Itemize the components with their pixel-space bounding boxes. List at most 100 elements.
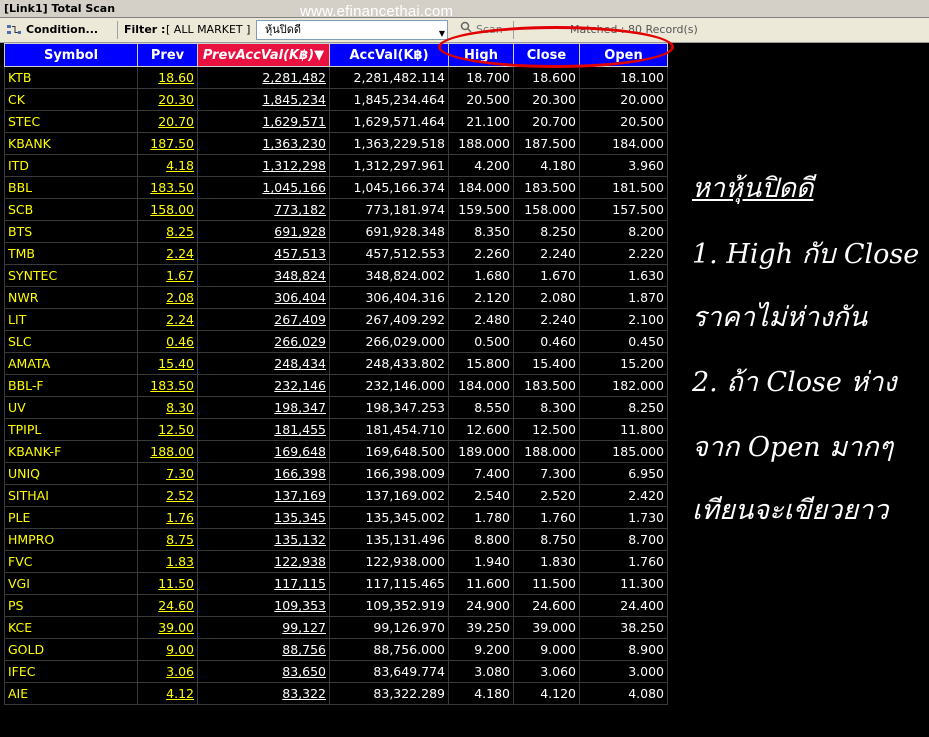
prev-acc-val-cell[interactable]: 348,824 xyxy=(197,264,330,287)
prev-cell[interactable]: 158.00 xyxy=(137,198,198,221)
symbol-cell[interactable]: NWR xyxy=(4,286,138,309)
table-row[interactable]: KBANK 187.50 1,363,230 1,363,229.518 188.000… xyxy=(4,132,668,155)
prev-cell[interactable]: 39.00 xyxy=(137,616,198,639)
table-row[interactable]: KCE 39.00 99,127 99,126.970 39.250 39.000 38.2… xyxy=(4,616,668,639)
prev-cell[interactable]: 183.50 xyxy=(137,374,198,397)
column-header-symbol[interactable]: Symbol xyxy=(4,43,138,67)
prev-cell[interactable]: 20.70 xyxy=(137,110,198,133)
table-row[interactable]: UNIQ 7.30 166,398 166,398.009 7.400 7.300 6.95… xyxy=(4,462,668,485)
prev-cell[interactable]: 1.67 xyxy=(137,264,198,287)
prev-acc-val-cell[interactable]: 166,398 xyxy=(197,462,330,485)
table-row[interactable]: TMB 2.24 457,513 457,512.553 2.260 2.240 2.220 xyxy=(4,242,668,265)
prev-cell[interactable]: 2.24 xyxy=(137,308,198,331)
table-row[interactable]: AMATA 15.40 248,434 248,433.802 15.800 15.400… xyxy=(4,352,668,375)
prev-cell[interactable]: 8.25 xyxy=(137,220,198,243)
symbol-cell[interactable]: KCE xyxy=(4,616,138,639)
table-row[interactable]: BTS 8.25 691,928 691,928.348 8.350 8.250 8.200 xyxy=(4,220,668,243)
condition-select[interactable]: หุ้นปิดดี ▼ xyxy=(256,20,448,40)
prev-cell[interactable]: 12.50 xyxy=(137,418,198,441)
symbol-cell[interactable]: HMPRO xyxy=(4,528,138,551)
prev-acc-val-cell[interactable]: 773,182 xyxy=(197,198,330,221)
symbol-cell[interactable]: FVC xyxy=(4,550,138,573)
symbol-cell[interactable]: KBANK xyxy=(4,132,138,155)
prev-cell[interactable]: 24.60 xyxy=(137,594,198,617)
prev-cell[interactable]: 2.24 xyxy=(137,242,198,265)
symbol-cell[interactable]: GOLD xyxy=(4,638,138,661)
prev-acc-val-cell[interactable]: 266,029 xyxy=(197,330,330,353)
prev-cell[interactable]: 7.30 xyxy=(137,462,198,485)
prev-acc-val-cell[interactable]: 88,756 xyxy=(197,638,330,661)
table-row[interactable]: SCB 158.00 773,182 773,181.974 159.500 158.00… xyxy=(4,198,668,221)
prev-acc-val-cell[interactable]: 135,345 xyxy=(197,506,330,529)
prev-cell[interactable]: 4.18 xyxy=(137,154,198,177)
prev-cell[interactable]: 1.83 xyxy=(137,550,198,573)
prev-acc-val-cell[interactable]: 1,363,230 xyxy=(197,132,330,155)
prev-acc-val-cell[interactable]: 1,845,234 xyxy=(197,88,330,111)
prev-cell[interactable]: 20.30 xyxy=(137,88,198,111)
prev-acc-val-cell[interactable]: 1,045,166 xyxy=(197,176,330,199)
prev-acc-val-cell[interactable]: 306,404 xyxy=(197,286,330,309)
prev-acc-val-cell[interactable]: 169,648 xyxy=(197,440,330,463)
prev-acc-val-cell[interactable]: 691,928 xyxy=(197,220,330,243)
prev-cell[interactable]: 15.40 xyxy=(137,352,198,375)
table-row[interactable]: HMPRO 8.75 135,132 135,131.496 8.800 8.750 8.7… xyxy=(4,528,668,551)
symbol-cell[interactable]: AIE xyxy=(4,682,138,705)
symbol-cell[interactable]: PS xyxy=(4,594,138,617)
symbol-cell[interactable]: TPIPL xyxy=(4,418,138,441)
prev-cell[interactable]: 1.76 xyxy=(137,506,198,529)
table-row[interactable]: ITD 4.18 1,312,298 1,312,297.961 4.200 4.180 3… xyxy=(4,154,668,177)
table-row[interactable]: CK 20.30 1,845,234 1,845,234.464 20.500 20.30… xyxy=(4,88,668,111)
prev-cell[interactable]: 8.75 xyxy=(137,528,198,551)
symbol-cell[interactable]: PLE xyxy=(4,506,138,529)
table-row[interactable]: SYNTEC 1.67 348,824 348,824.002 1.680 1.670 1.… xyxy=(4,264,668,287)
symbol-cell[interactable]: BTS xyxy=(4,220,138,243)
table-row[interactable]: UV 8.30 198,347 198,347.253 8.550 8.300 8.250 xyxy=(4,396,668,419)
symbol-cell[interactable]: BBL-F xyxy=(4,374,138,397)
symbol-cell[interactable]: VGI xyxy=(4,572,138,595)
symbol-cell[interactable]: SCB xyxy=(4,198,138,221)
prev-acc-val-cell[interactable]: 1,312,298 xyxy=(197,154,330,177)
prev-acc-val-cell[interactable]: 109,353 xyxy=(197,594,330,617)
prev-acc-val-cell[interactable]: 198,347 xyxy=(197,396,330,419)
table-row[interactable]: KBANK-F 188.00 169,648 169,648.500 189.000 18… xyxy=(4,440,668,463)
column-header-prev[interactable]: Prev xyxy=(137,43,198,67)
symbol-cell[interactable]: TMB xyxy=(4,242,138,265)
symbol-cell[interactable]: SYNTEC xyxy=(4,264,138,287)
table-row[interactable]: AIE 4.12 83,322 83,322.289 4.180 4.120 4.080 xyxy=(4,682,668,705)
table-row[interactable]: SLC 0.46 266,029 266,029.000 0.500 0.460 0.450 xyxy=(4,330,668,353)
table-row[interactable]: BBL-F 183.50 232,146 232,146.000 184.000 183.… xyxy=(4,374,668,397)
symbol-cell[interactable]: IFEC xyxy=(4,660,138,683)
column-header-prev-acc-val[interactable]: PrevAccVal(K฿)▼ xyxy=(197,43,330,67)
prev-cell[interactable]: 0.46 xyxy=(137,330,198,353)
symbol-cell[interactable]: KTB xyxy=(4,66,138,89)
symbol-cell[interactable]: ITD xyxy=(4,154,138,177)
prev-acc-val-cell[interactable]: 457,513 xyxy=(197,242,330,265)
prev-acc-val-cell[interactable]: 135,132 xyxy=(197,528,330,551)
prev-cell[interactable]: 3.06 xyxy=(137,660,198,683)
table-row[interactable]: TPIPL 12.50 181,455 181,454.710 12.600 12.500… xyxy=(4,418,668,441)
symbol-cell[interactable]: KBANK-F xyxy=(4,440,138,463)
prev-acc-val-cell[interactable]: 122,938 xyxy=(197,550,330,573)
prev-acc-val-cell[interactable]: 248,434 xyxy=(197,352,330,375)
symbol-cell[interactable]: UNIQ xyxy=(4,462,138,485)
symbol-cell[interactable]: UV xyxy=(4,396,138,419)
prev-cell[interactable]: 9.00 xyxy=(137,638,198,661)
table-row[interactable]: PLE 1.76 135,345 135,345.002 1.780 1.760 1.730 xyxy=(4,506,668,529)
prev-acc-val-cell[interactable]: 2,281,482 xyxy=(197,66,330,89)
prev-acc-val-cell[interactable]: 267,409 xyxy=(197,308,330,331)
symbol-cell[interactable]: BBL xyxy=(4,176,138,199)
table-row[interactable]: NWR 2.08 306,404 306,404.316 2.120 2.080 1.870 xyxy=(4,286,668,309)
table-row[interactable]: LIT 2.24 267,409 267,409.292 2.480 2.240 2.100 xyxy=(4,308,668,331)
prev-acc-val-cell[interactable]: 117,115 xyxy=(197,572,330,595)
prev-cell[interactable]: 11.50 xyxy=(137,572,198,595)
symbol-cell[interactable]: CK xyxy=(4,88,138,111)
table-row[interactable]: PS 24.60 109,353 109,352.919 24.900 24.600 24.… xyxy=(4,594,668,617)
prev-acc-val-cell[interactable]: 1,629,571 xyxy=(197,110,330,133)
table-row[interactable]: IFEC 3.06 83,650 83,649.774 3.080 3.060 3.000 xyxy=(4,660,668,683)
filter-market-value[interactable]: [ ALL MARKET ] xyxy=(166,21,250,39)
prev-acc-val-cell[interactable]: 99,127 xyxy=(197,616,330,639)
symbol-cell[interactable]: AMATA xyxy=(4,352,138,375)
prev-acc-val-cell[interactable]: 181,455 xyxy=(197,418,330,441)
prev-cell[interactable]: 183.50 xyxy=(137,176,198,199)
column-header-acc-val[interactable]: AccVal(K฿) xyxy=(329,43,449,67)
